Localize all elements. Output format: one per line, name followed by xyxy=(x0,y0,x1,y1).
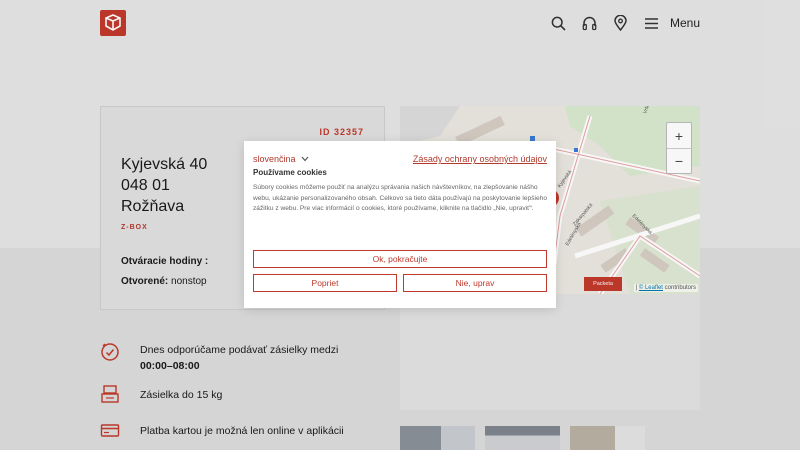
language-label: slovenčina xyxy=(253,154,296,164)
adjust-cookies-button[interactable]: Nie, uprav xyxy=(403,274,547,292)
cookie-title: Používame cookies xyxy=(253,168,327,177)
deny-cookies-button[interactable]: Popriet xyxy=(253,274,397,292)
cookie-dialog: slovenčina Zásady ochrany osobných údajo… xyxy=(244,141,556,308)
chevron-down-icon xyxy=(301,154,309,164)
accept-cookies-button[interactable]: Ok, pokračujte xyxy=(253,250,547,268)
privacy-policy-link[interactable]: Zásady ochrany osobných údajov xyxy=(413,154,547,164)
cookie-description: Súbory cookies môžeme použiť na analýzu … xyxy=(253,184,547,213)
language-selector[interactable]: slovenčina xyxy=(253,154,309,164)
